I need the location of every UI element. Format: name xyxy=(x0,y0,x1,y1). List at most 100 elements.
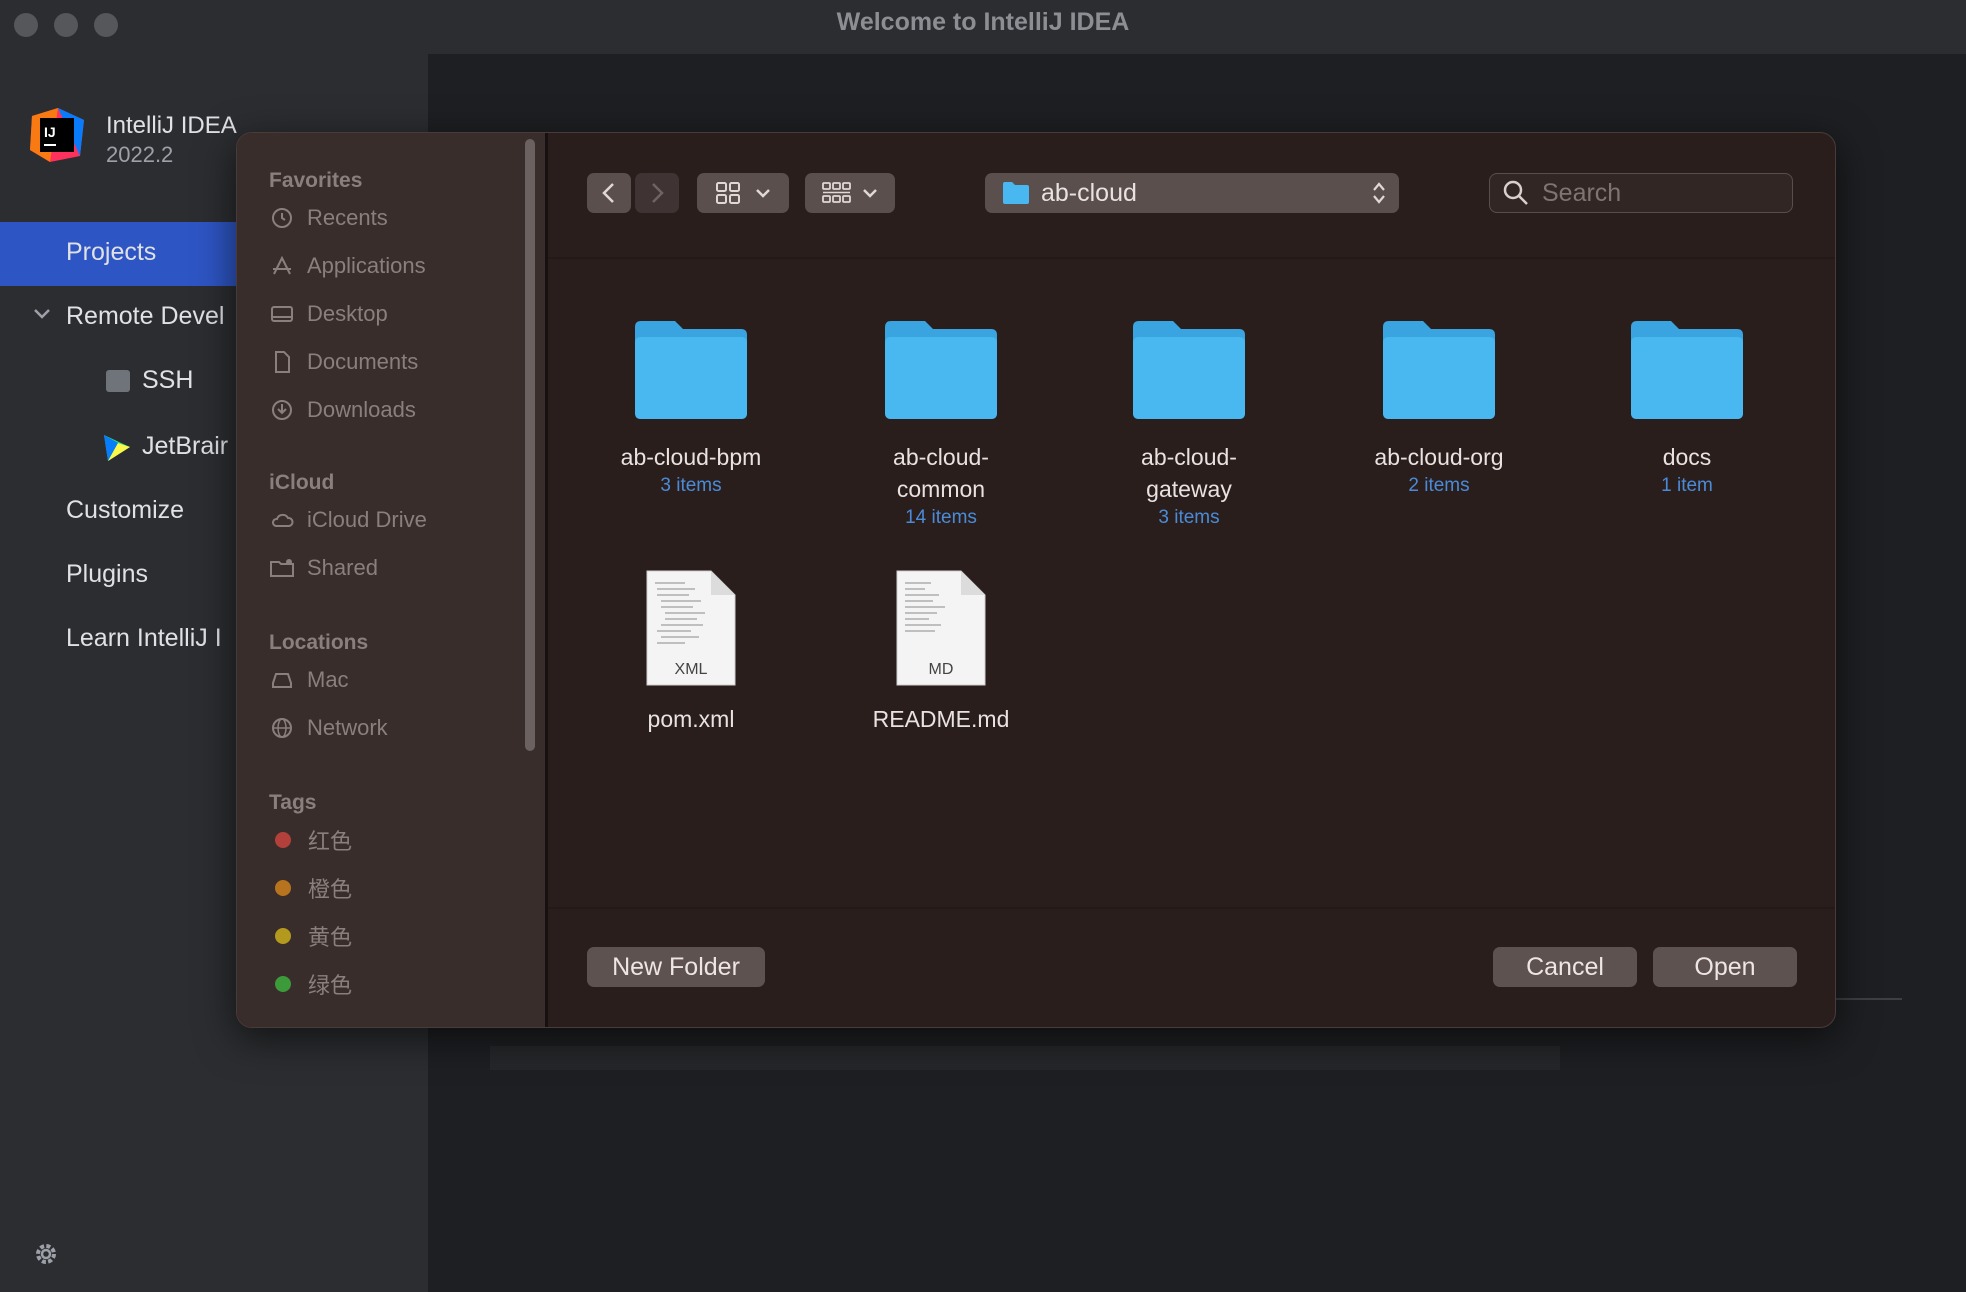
item-count: 3 items xyxy=(660,475,722,496)
updown-chevron-icon xyxy=(1373,182,1385,204)
sidebar-scrollbar[interactable] xyxy=(525,139,535,751)
sidebar-tag-green[interactable]: 绿色 xyxy=(269,969,352,999)
sidebar-item-documents[interactable]: Documents xyxy=(269,347,418,377)
sidebar-divider[interactable] xyxy=(545,133,548,1027)
sidebar-item-label: iCloud Drive xyxy=(307,507,427,532)
folder-icon xyxy=(635,321,747,419)
app-version: 2022.2 xyxy=(106,142,174,167)
sidebar-item-shared[interactable]: Shared xyxy=(269,553,378,583)
document-icon: MD xyxy=(895,569,987,687)
download-icon xyxy=(269,397,295,423)
sidebar-item-icloud-drive[interactable]: iCloud Drive xyxy=(269,505,427,535)
search-field[interactable]: Search xyxy=(1489,173,1793,213)
sidebar-item-label: Shared xyxy=(307,555,378,580)
sidebar-item-downloads[interactable]: Downloads xyxy=(269,395,416,425)
file-item-pom-xml[interactable]: XML pom.xml xyxy=(591,569,791,735)
sidebar-tag-red[interactable]: 红色 xyxy=(269,825,352,855)
tag-dot-icon xyxy=(275,976,291,992)
item-name: README.md xyxy=(872,706,1010,732)
item-name-line2: common xyxy=(896,476,986,502)
sidebar-item-mac[interactable]: Mac xyxy=(269,665,349,695)
svg-text:IJ: IJ xyxy=(44,124,56,140)
tags-header: Tags xyxy=(269,791,317,814)
item-count: 2 items xyxy=(1408,475,1470,496)
cancel-button[interactable]: Cancel xyxy=(1493,947,1637,987)
drive-icon xyxy=(269,667,295,693)
new-folder-button[interactable]: New Folder xyxy=(587,947,765,987)
gear-icon[interactable] xyxy=(32,1240,60,1268)
view-mode-dropdown[interactable] xyxy=(697,173,789,213)
current-folder-label: ab-cloud xyxy=(1041,178,1137,207)
sidebar-item-label: Mac xyxy=(307,667,349,692)
tag-dot-icon xyxy=(275,880,291,896)
folder-icon xyxy=(1003,182,1029,204)
icloud-header: iCloud xyxy=(269,471,335,494)
title-bar: Welcome to IntelliJ IDEA xyxy=(0,0,1966,54)
file-item-readme-md[interactable]: MD README.md xyxy=(841,569,1041,735)
folder-icon xyxy=(885,321,997,419)
background-bar xyxy=(490,1046,1560,1070)
nav-jetbrains-gateway[interactable]: JetBrair xyxy=(142,432,228,461)
nav-plugins[interactable]: Plugins xyxy=(66,560,148,589)
nav-projects[interactable]: Projects xyxy=(66,238,156,267)
item-name: pom.xml xyxy=(647,706,735,732)
chevron-left-icon xyxy=(602,183,614,203)
item-name-line1: ab-cloud- xyxy=(893,444,989,470)
nav-ssh[interactable]: SSH xyxy=(142,366,193,395)
group-by-dropdown[interactable] xyxy=(805,173,895,213)
toolbar-divider xyxy=(548,257,1835,259)
app-name: IntelliJ IDEA xyxy=(106,112,237,139)
finder-sidebar: Favorites Recents Applications Desktop D… xyxy=(237,133,545,1027)
document-icon xyxy=(269,349,295,375)
search-icon xyxy=(1503,180,1528,205)
chevron-down-icon xyxy=(863,189,877,198)
tag-dot-icon xyxy=(275,928,291,944)
sidebar-item-label: Documents xyxy=(307,349,419,374)
forward-button[interactable] xyxy=(635,173,679,213)
folder-item-docs[interactable]: docs 1 item xyxy=(1587,317,1787,499)
open-file-dialog: Favorites Recents Applications Desktop D… xyxy=(236,132,1836,1028)
window-title: Welcome to IntelliJ IDEA xyxy=(836,8,1130,36)
sidebar-item-label: 黄色 xyxy=(308,925,353,950)
sidebar-item-label: Applications xyxy=(307,253,426,278)
path-popup-button[interactable]: ab-cloud xyxy=(985,173,1399,213)
chevron-down-icon xyxy=(756,189,770,198)
item-count: 3 items xyxy=(1158,507,1220,528)
tag-dot-icon xyxy=(275,832,291,848)
nav-customize[interactable]: Customize xyxy=(66,496,184,525)
document-icon: XML xyxy=(645,569,737,687)
folder-item-ab-cloud-org[interactable]: ab-cloud-org 2 items xyxy=(1339,317,1539,499)
group-grid-icon xyxy=(822,182,851,203)
chevron-down-icon[interactable] xyxy=(32,304,52,324)
sidebar-item-label: 红色 xyxy=(308,829,353,854)
footer-divider xyxy=(548,907,1835,909)
sidebar-item-applications[interactable]: Applications xyxy=(269,251,426,281)
folder-item-ab-cloud-gateway[interactable]: ab-cloud- gateway 3 items xyxy=(1089,317,1289,531)
item-name: ab-cloud-bpm xyxy=(620,444,762,470)
item-count: 1 item xyxy=(1661,475,1713,496)
folder-icon xyxy=(1133,321,1245,419)
open-button[interactable]: Open xyxy=(1653,947,1797,987)
folder-item-ab-cloud-common[interactable]: ab-cloud- common 14 items xyxy=(841,317,1041,531)
sidebar-item-recents[interactable]: Recents xyxy=(269,203,388,233)
sidebar-tag-yellow[interactable]: 黄色 xyxy=(269,921,352,951)
chevron-right-icon xyxy=(652,183,664,203)
item-name: docs xyxy=(1662,444,1712,470)
sidebar-item-network[interactable]: Network xyxy=(269,713,388,743)
back-button[interactable] xyxy=(587,173,631,213)
sidebar-item-desktop[interactable]: Desktop xyxy=(269,299,388,329)
sidebar-item-label: Downloads xyxy=(307,397,416,422)
nav-learn[interactable]: Learn IntelliJ I xyxy=(66,624,222,653)
globe-icon xyxy=(269,715,295,741)
nav-remote-development[interactable]: Remote Devel xyxy=(66,302,224,331)
folder-item-ab-cloud-bpm[interactable]: ab-cloud-bpm 3 items xyxy=(591,317,791,499)
item-name-line1: ab-cloud- xyxy=(1141,444,1237,470)
sidebar-tag-orange[interactable]: 橙色 xyxy=(269,873,352,903)
file-extension-label: XML xyxy=(674,661,708,678)
item-name-line2: gateway xyxy=(1146,476,1232,502)
file-extension-label: MD xyxy=(928,661,954,678)
divider xyxy=(1836,998,1902,1000)
clock-icon xyxy=(269,205,295,231)
sidebar-item-label: 橙色 xyxy=(308,877,353,902)
sidebar-item-label: Network xyxy=(307,715,388,740)
